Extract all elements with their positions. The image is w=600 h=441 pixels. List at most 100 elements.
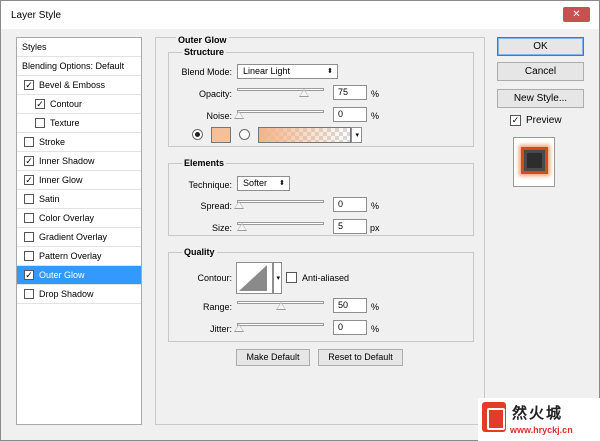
technique-label: Technique: — [188, 180, 232, 190]
watermark-logo: 然火城 www.hryckj.cn — [478, 398, 600, 441]
style-item-label: Texture — [50, 118, 80, 128]
style-item-label: Gradient Overlay — [39, 232, 108, 242]
jitter-slider-thumb[interactable] — [234, 324, 244, 332]
style-item-satin[interactable]: Satin — [17, 190, 141, 209]
preview-label: Preview — [526, 115, 562, 126]
spread-field[interactable]: 0 — [333, 197, 367, 212]
dropdown-arrow-icon: ▾ — [355, 132, 359, 139]
opacity-unit: % — [371, 89, 380, 99]
dropdown-arrow-icon: ⬍ — [327, 68, 333, 75]
jitter-label: Jitter: — [209, 324, 232, 334]
style-item-contour[interactable]: ✓ Contour — [17, 95, 141, 114]
gradient-dropdown-button[interactable]: ▾ — [351, 127, 362, 143]
gradient-radio[interactable] — [239, 129, 250, 140]
range-unit: % — [371, 302, 380, 312]
anti-aliased-checkbox[interactable] — [286, 272, 297, 283]
spread-slider-track[interactable] — [237, 200, 324, 203]
close-button[interactable]: ✕ — [563, 7, 590, 22]
style-item-label: Inner Shadow — [39, 156, 95, 166]
style-item-inner-shadow[interactable]: ✓ Inner Shadow — [17, 152, 141, 171]
noise-slider-thumb[interactable] — [234, 111, 244, 119]
range-slider-thumb[interactable] — [276, 302, 286, 310]
window-title: Layer Style — [11, 10, 62, 21]
style-item-label: Outer Glow — [39, 270, 85, 280]
jitter-unit: % — [371, 324, 380, 334]
style-item-label: Color Overlay — [39, 213, 95, 223]
outer-glow-title: Outer Glow — [176, 35, 229, 45]
contour-picker[interactable] — [236, 262, 273, 294]
style-item-inner-glow[interactable]: ✓ Inner Glow — [17, 171, 141, 190]
range-field[interactable]: 50 — [333, 298, 367, 313]
blend-mode-select[interactable]: Linear Light ⬍ — [237, 64, 338, 79]
noise-field[interactable]: 0 — [333, 107, 367, 122]
ok-button[interactable]: OK — [497, 37, 584, 56]
noise-slider-track[interactable] — [237, 110, 324, 113]
checkmark-icon[interactable]: ✓ — [24, 175, 34, 185]
spread-unit: % — [371, 201, 380, 211]
style-checkbox[interactable] — [35, 118, 45, 128]
reset-to-default-button[interactable]: Reset to Default — [318, 349, 403, 366]
dropdown-arrow-icon: ▾ — [276, 275, 280, 282]
style-preview — [513, 137, 555, 187]
style-item-pattern-overlay[interactable]: Pattern Overlay — [17, 247, 141, 266]
watermark-url: www.hryckj.cn — [510, 425, 573, 435]
logo-badge-icon — [482, 402, 506, 432]
styles-list: Styles Blending Options: Default ✓ Bevel & … — [16, 37, 142, 425]
size-field[interactable]: 5 — [333, 219, 367, 234]
style-item-label: Styles — [22, 42, 47, 52]
jitter-slider-track[interactable] — [237, 323, 324, 326]
style-item-texture[interactable]: Texture — [17, 114, 141, 133]
contour-curve-icon — [239, 265, 267, 291]
make-default-button[interactable]: Make Default — [236, 349, 310, 366]
quality-title: Quality — [182, 247, 217, 257]
style-item-stroke[interactable]: Stroke — [17, 133, 141, 152]
technique-value: Softer — [243, 178, 268, 188]
style-checkbox[interactable] — [24, 232, 34, 242]
opacity-label: Opacity: — [198, 89, 232, 99]
elements-title: Elements — [182, 158, 227, 168]
style-item-color-overlay[interactable]: Color Overlay — [17, 209, 141, 228]
glow-color-swatch[interactable] — [211, 127, 231, 143]
blend-mode-label: Blend Mode: — [181, 67, 232, 77]
style-item-label: Drop Shadow — [39, 289, 94, 299]
style-checkbox[interactable] — [24, 194, 34, 204]
checkmark-icon[interactable]: ✓ — [35, 99, 45, 109]
checkmark-icon[interactable]: ✓ — [24, 270, 34, 280]
title-bar[interactable]: Layer Style ✕ — [1, 1, 599, 29]
style-item-label: Contour — [50, 99, 83, 109]
opacity-slider-track[interactable] — [237, 88, 324, 91]
technique-select[interactable]: Softer ⬍ — [237, 176, 290, 191]
watermark-title: 然火城 — [512, 405, 564, 422]
preview-thumbnail — [521, 147, 548, 174]
preview-checkbox[interactable]: ✓ — [510, 115, 521, 126]
style-checkbox[interactable] — [24, 289, 34, 299]
style-item-outer-glow[interactable]: ✓ Outer Glow — [17, 266, 141, 285]
checkmark-icon[interactable]: ✓ — [24, 80, 34, 90]
cancel-button[interactable]: Cancel — [497, 62, 584, 81]
style-checkbox[interactable] — [24, 137, 34, 147]
style-checkbox[interactable] — [24, 251, 34, 261]
solid-color-radio[interactable] — [192, 129, 203, 140]
style-item-bevel-emboss[interactable]: ✓ Bevel & Emboss — [17, 76, 141, 95]
style-item-label: Pattern Overlay — [39, 251, 102, 261]
style-item-blending-options-default[interactable]: Blending Options: Default — [17, 57, 141, 76]
spread-slider-thumb[interactable] — [234, 201, 244, 209]
contour-dropdown-button[interactable]: ▾ — [273, 262, 282, 294]
glow-gradient-picker[interactable] — [258, 127, 351, 143]
style-item-drop-shadow[interactable]: Drop Shadow — [17, 285, 141, 304]
opacity-slider-thumb[interactable] — [299, 89, 309, 97]
opacity-field[interactable]: 75 — [333, 85, 367, 100]
new-style-button[interactable]: New Style... — [497, 89, 584, 108]
style-item-label: Blending Options: Default — [22, 61, 125, 71]
style-item-gradient-overlay[interactable]: Gradient Overlay — [17, 228, 141, 247]
blend-mode-value: Linear Light — [243, 66, 291, 76]
style-item-styles[interactable]: Styles — [17, 38, 141, 57]
jitter-field[interactable]: 0 — [333, 320, 367, 335]
size-slider-thumb[interactable] — [237, 223, 247, 231]
checkmark-icon[interactable]: ✓ — [24, 156, 34, 166]
style-checkbox[interactable] — [24, 213, 34, 223]
dropdown-arrow-icon: ⬍ — [279, 180, 285, 187]
style-item-label: Stroke — [39, 137, 66, 147]
size-slider-track[interactable] — [237, 222, 324, 225]
noise-unit: % — [371, 111, 380, 121]
